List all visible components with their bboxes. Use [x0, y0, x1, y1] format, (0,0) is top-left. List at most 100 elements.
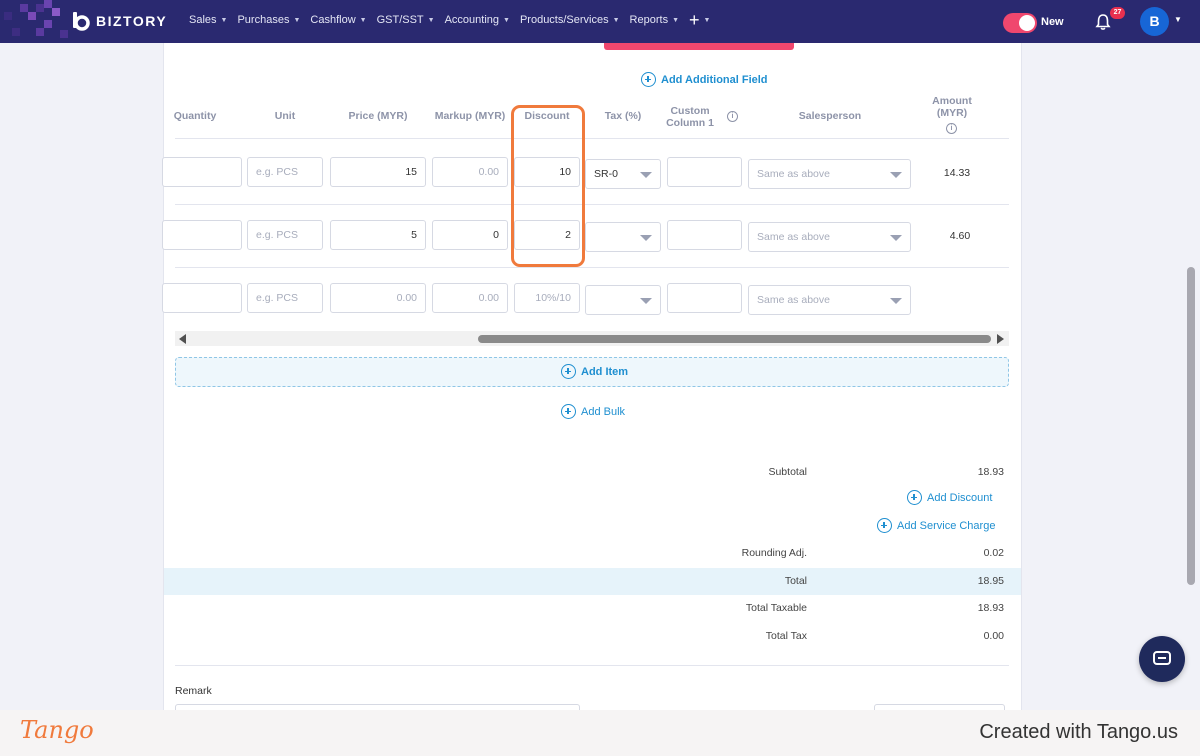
add-bulk-link[interactable]: Add Bulk [561, 404, 625, 419]
menu-sales[interactable]: Sales ▼ [189, 14, 227, 26]
quantity-input[interactable] [162, 283, 242, 313]
tax-select[interactable]: SR-0 [585, 159, 661, 189]
add-discount-label: Add Discount [927, 491, 993, 504]
menu-purchases[interactable]: Purchases ▼ [237, 14, 300, 26]
plus-icon: + [689, 10, 700, 30]
custom-column-input[interactable] [667, 220, 742, 250]
column-header-custom-column: Custom Column 1 [660, 105, 720, 129]
discount-column-highlight [511, 105, 585, 267]
chat-support-button[interactable] [1139, 636, 1185, 682]
primary-action-button[interactable] [604, 43, 794, 50]
unit-input[interactable]: e.g. PCS [247, 157, 323, 187]
menu-accounting[interactable]: Accounting ▼ [445, 14, 510, 26]
scroll-right-arrow-icon[interactable] [997, 334, 1004, 344]
page-scrollbar[interactable] [1187, 267, 1195, 585]
new-ui-toggle[interactable] [1003, 13, 1037, 33]
quick-create-button[interactable]: + ▼ [689, 10, 710, 31]
menu-sales-label: Sales [189, 14, 217, 26]
main-menu: Sales ▼ Purchases ▼ Cashflow ▼ GST/SST ▼ Acc… [189, 14, 689, 26]
plus-circle-icon [907, 490, 922, 505]
plus-circle-icon [561, 404, 576, 419]
chevron-down-icon [890, 235, 902, 241]
remark-label: Remark [175, 685, 212, 697]
add-additional-field-link[interactable]: Add Additional Field [641, 72, 768, 87]
tax-select[interactable] [585, 285, 661, 315]
custom-column-input[interactable] [667, 157, 742, 187]
top-navbar: BIZTORY Sales ▼ Purchases ▼ Cashflow ▼ GST/… [0, 0, 1200, 43]
tax-select[interactable] [585, 222, 661, 252]
menu-cashflow-label: Cashflow [310, 14, 356, 26]
quantity-input[interactable] [162, 157, 242, 187]
custom-column-input[interactable] [667, 283, 742, 313]
add-discount-link[interactable]: Add Discount [907, 490, 992, 505]
column-header-quantity: Quantity [173, 110, 217, 122]
tango-logo: Tango [20, 716, 94, 744]
column-header-price: Price (MYR) [348, 110, 408, 122]
chevron-down-icon: ▼ [503, 16, 510, 24]
price-input[interactable]: 5 [330, 220, 426, 250]
total-tax-value: 0.00 [983, 630, 1004, 642]
chat-icon [1153, 651, 1171, 665]
salesperson-select-value: Same as above [757, 231, 830, 243]
salesperson-select-value: Same as above [757, 168, 830, 180]
add-service-charge-label: Add Service Charge [897, 519, 996, 532]
discount-input[interactable]: 10%/10 [514, 283, 580, 313]
column-header-tax: Tax (%) [604, 110, 642, 122]
markup-input[interactable]: 0 [432, 220, 508, 250]
quantity-input[interactable] [162, 220, 242, 250]
plus-circle-icon [877, 518, 892, 533]
total-value: 18.95 [977, 575, 1004, 587]
biztory-logo[interactable]: BIZTORY [70, 10, 167, 32]
subtotal-label: Subtotal [768, 466, 807, 478]
menu-cashflow[interactable]: Cashflow ▼ [310, 14, 366, 26]
menu-reports[interactable]: Reports ▼ [630, 14, 679, 26]
brand-name: BIZTORY [96, 13, 168, 29]
add-item-link[interactable]: Add Item [561, 364, 628, 379]
notification-bell-icon[interactable] [1094, 13, 1112, 31]
markup-input[interactable]: 0.00 [432, 157, 508, 187]
column-header-amount: Amount (MYR) [920, 95, 984, 119]
biztory-logo-icon [70, 10, 92, 32]
unit-input[interactable]: e.g. PCS [247, 283, 323, 313]
add-service-charge-link[interactable]: Add Service Charge [877, 518, 995, 533]
price-input[interactable]: 0.00 [330, 283, 426, 313]
column-header-markup: Markup (MYR) [434, 110, 506, 122]
markup-input[interactable]: 0.00 [432, 283, 508, 313]
add-item-label: Add Item [581, 365, 629, 378]
column-header-unit: Unit [274, 110, 296, 122]
column-header-salesperson: Salesperson [798, 110, 862, 122]
row-amount: 4.60 [949, 230, 971, 242]
menu-products-services-label: Products/Services [519, 14, 609, 26]
table-divider [175, 138, 1009, 139]
menu-products-services[interactable]: Products/Services ▼ [520, 14, 620, 26]
chevron-down-icon [640, 172, 652, 178]
table-divider [175, 204, 1009, 205]
user-avatar[interactable]: B [1140, 7, 1169, 36]
tango-credit: Created with Tango.us [979, 721, 1178, 743]
menu-reports-label: Reports [629, 14, 669, 26]
column-header-amount-line2: (MYR) [936, 107, 968, 119]
info-icon[interactable]: i [946, 123, 957, 134]
column-header-amount-line1: Amount [932, 95, 972, 107]
new-ui-toggle-label: New [1041, 16, 1064, 28]
scroll-left-arrow-icon[interactable] [179, 334, 186, 344]
unit-input[interactable]: e.g. PCS [247, 220, 323, 250]
salesperson-select[interactable]: Same as above [748, 159, 911, 189]
chevron-down-icon [640, 298, 652, 304]
add-bulk-label: Add Bulk [581, 405, 626, 418]
plus-circle-icon [641, 72, 656, 87]
table-scrollbar-thumb[interactable] [478, 335, 991, 343]
menu-gst-sst[interactable]: GST/SST ▼ [377, 14, 435, 26]
rounding-adjustment-label: Rounding Adj. [741, 547, 807, 559]
table-divider [175, 267, 1009, 268]
total-taxable-label: Total Taxable [745, 602, 807, 614]
chevron-down-icon: ▼ [427, 16, 435, 24]
salesperson-select[interactable]: Same as above [748, 222, 911, 252]
info-icon[interactable]: i [727, 111, 738, 122]
column-header-custom-line1: Custom [670, 105, 710, 117]
salesperson-select-value: Same as above [757, 294, 830, 306]
salesperson-select[interactable]: Same as above [748, 285, 911, 315]
price-input[interactable]: 15 [330, 157, 426, 187]
chevron-down-icon[interactable]: ▼ [1174, 15, 1182, 24]
tax-select-value: SR-0 [594, 168, 618, 180]
